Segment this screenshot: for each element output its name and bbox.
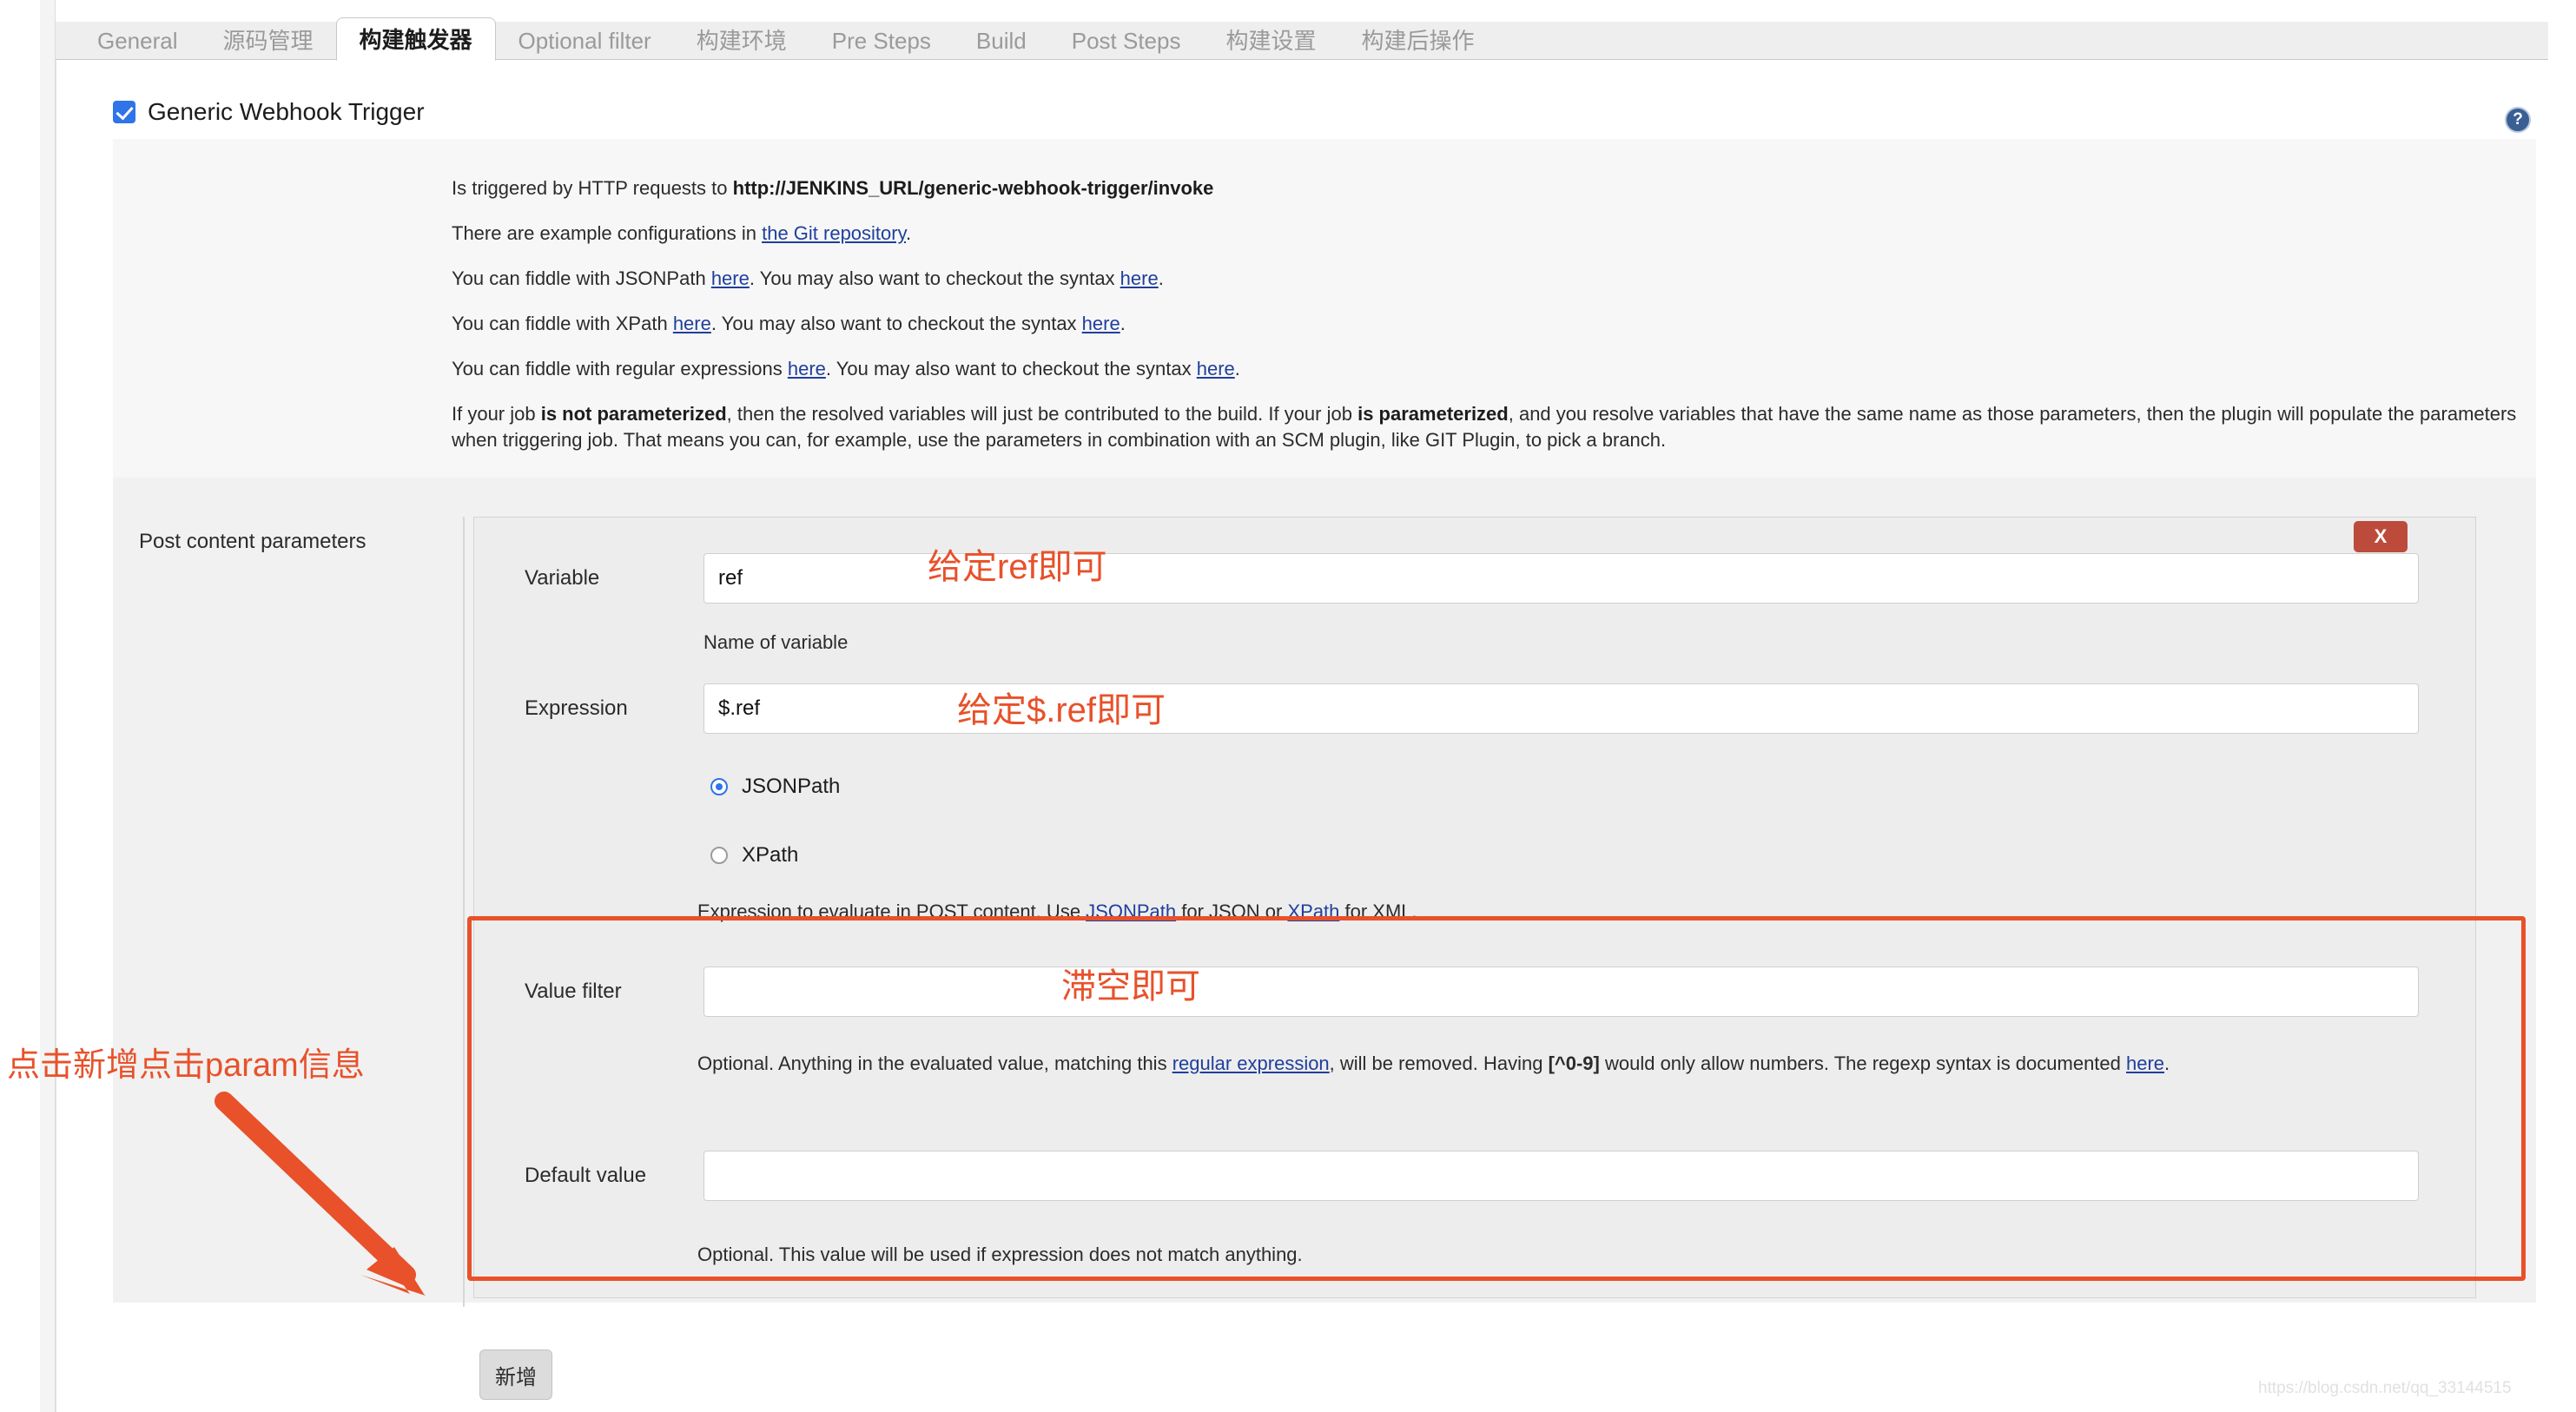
tab-optional-filter[interactable]: Optional filter <box>496 22 674 60</box>
desc-line4-prefix: You can fiddle with XPath <box>452 313 673 334</box>
tab-pre-steps[interactable]: Pre Steps <box>809 22 954 60</box>
delete-parameter-button[interactable]: X <box>2354 521 2408 552</box>
desc-line5-mid: . You may also want to checkout the synt… <box>826 358 1197 379</box>
annotation-add-note: 点击新增点击param信息 <box>7 1038 365 1085</box>
xpath-syntax-link[interactable]: here <box>1082 313 1120 334</box>
value-filter-hint-a: Optional. Anything in the evaluated valu… <box>697 1052 1172 1074</box>
trigger-description-text: Is triggered by HTTP requests to http://… <box>452 175 2519 453</box>
expression-type-jsonpath[interactable]: JSONPath <box>710 775 840 799</box>
expression-hint-mid: for JSON or <box>1176 901 1287 922</box>
value-filter-hint-c: would only allow numbers. The regexp syn… <box>1600 1052 2126 1074</box>
desc-line1-prefix: Is triggered by HTTP requests to <box>452 177 733 199</box>
desc-line-xpath: You can fiddle with XPath here. You may … <box>452 311 2519 337</box>
desc-line-invoke-url: Is triggered by HTTP requests to http://… <box>452 175 2519 201</box>
default-value-row: Default value <box>525 1151 2461 1201</box>
desc-is-parameterized: is parameterized <box>1357 403 1509 425</box>
tab-build-settings[interactable]: 构建设置 <box>1203 22 1338 60</box>
variable-hint: Name of variable <box>703 630 848 656</box>
jsonpath-doc-link[interactable]: JSONPath <box>1086 901 1176 922</box>
desc-line4-mid: . You may also want to checkout the synt… <box>711 313 1082 334</box>
expression-row: Expression <box>525 683 2461 734</box>
question-mark-icon[interactable]: ? <box>2505 107 2531 133</box>
xpath-doc-link[interactable]: XPath <box>1287 901 1339 922</box>
watermark: https://blog.csdn.net/qq_33144515 <box>2258 1379 2512 1398</box>
desc-line-jsonpath: You can fiddle with JSONPath here. You m… <box>452 266 2519 292</box>
desc-line5-suffix: . <box>1235 358 1240 379</box>
desc-line2-suffix: . <box>906 222 911 244</box>
generic-webhook-trigger-checkbox[interactable] <box>113 101 135 123</box>
tab-general[interactable]: General <box>75 22 201 60</box>
desc-line4-suffix: . <box>1120 313 1126 334</box>
value-filter-hint-b: , will be removed. Having <box>1330 1052 1549 1074</box>
tab-post-steps[interactable]: Post Steps <box>1049 22 1204 60</box>
regex-fiddle-link[interactable]: here <box>788 358 826 379</box>
xpath-radio[interactable] <box>710 847 728 864</box>
jsonpath-radio[interactable] <box>710 778 728 795</box>
desc-line-regex: You can fiddle with regular expressions … <box>452 356 2519 382</box>
value-filter-label: Value filter <box>525 980 698 1004</box>
xpath-radio-label: XPath <box>742 843 798 868</box>
desc-not-parameterized: is not parameterized <box>541 403 727 425</box>
desc-line-parameterized: If your job is not parameterized, then t… <box>452 401 2519 453</box>
value-filter-hint: Optional. Anything in the evaluated valu… <box>697 1051 2452 1077</box>
default-value-label: Default value <box>525 1164 698 1188</box>
annotation-value-filter-note: 滞空即可 <box>1061 958 1200 1008</box>
config-tabbar: General 源码管理 构建触发器 Optional filter 构建环境 … <box>56 22 1497 60</box>
expression-hint-suffix: for XML. <box>1339 901 1417 922</box>
expression-hint-prefix: Expression to evaluate in POST content. … <box>697 901 1086 922</box>
value-filter-hint-d: . <box>2164 1052 2170 1074</box>
generic-webhook-trigger-label: Generic Webhook Trigger <box>148 98 425 126</box>
regex-syntax-link[interactable]: here <box>1197 358 1235 379</box>
default-value-input[interactable] <box>703 1151 2419 1201</box>
post-content-parameters-label: Post content parameters <box>139 530 366 554</box>
value-filter-regex-sample: [^0-9] <box>1549 1052 1600 1074</box>
desc-line6-a: If your job <box>452 403 541 425</box>
default-value-hint: Optional. This value will be used if exp… <box>697 1242 1303 1268</box>
jenkins-job-config-page: General 源码管理 构建触发器 Optional filter 构建环境 … <box>0 0 2576 1412</box>
xpath-fiddle-link[interactable]: here <box>673 313 711 334</box>
jsonpath-syntax-link[interactable]: here <box>1120 267 1159 289</box>
desc-line-examples: There are example configurations in the … <box>452 221 2519 247</box>
desc-line6-c: , then the resolved variables will just … <box>727 403 1357 425</box>
expression-type-xpath[interactable]: XPath <box>710 843 798 868</box>
variable-label: Variable <box>525 566 698 591</box>
page-left-margin <box>0 0 40 1412</box>
regexp-syntax-link[interactable]: here <box>2126 1052 2164 1074</box>
desc-line3-mid: . You may also want to checkout the synt… <box>750 267 1120 289</box>
desc-line3-suffix: . <box>1159 267 1164 289</box>
tab-build-env[interactable]: 构建环境 <box>674 22 809 60</box>
tab-build[interactable]: Build <box>954 22 1049 60</box>
tab-build-triggers[interactable]: 构建触发器 <box>336 17 496 61</box>
add-parameter-button[interactable]: 新增 <box>479 1349 552 1400</box>
tab-post-build[interactable]: 构建后操作 <box>1338 22 1496 60</box>
jsonpath-fiddle-link[interactable]: here <box>711 267 750 289</box>
sidebar-gutter <box>40 0 56 1412</box>
annotation-variable-note: 给定ref即可 <box>928 538 1107 589</box>
jsonpath-radio-label: JSONPath <box>742 775 840 799</box>
generic-webhook-trigger-row[interactable]: Generic Webhook Trigger <box>113 98 425 126</box>
expression-hint: Expression to evaluate in POST content. … <box>697 899 2348 925</box>
desc-line2-prefix: There are example configurations in <box>452 222 762 244</box>
value-filter-input[interactable] <box>703 967 2419 1017</box>
tab-source-control[interactable]: 源码管理 <box>201 22 336 60</box>
expression-label: Expression <box>525 696 698 721</box>
down-right-arrow-icon <box>208 1085 504 1355</box>
desc-line5-prefix: You can fiddle with regular expressions <box>452 358 788 379</box>
regular-expression-link[interactable]: regular expression <box>1172 1052 1330 1074</box>
page-right-margin <box>2548 0 2576 1412</box>
git-repository-link[interactable]: the Git repository <box>762 222 906 244</box>
trigger-description-block: Is triggered by HTTP requests to http://… <box>113 139 2536 478</box>
annotation-expression-note: 给定$.ref即可 <box>957 682 1166 732</box>
value-filter-row: Value filter <box>525 967 2461 1017</box>
desc-line3-prefix: You can fiddle with JSONPath <box>452 267 711 289</box>
invoke-url: http://JENKINS_URL/generic-webhook-trigg… <box>733 177 1214 199</box>
variable-row: Variable <box>525 553 2461 604</box>
